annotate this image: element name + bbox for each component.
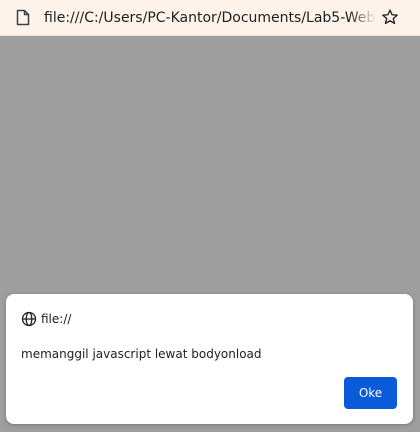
document-icon (16, 9, 30, 26)
address-bar: file:///C:/Users/PC-Kantor/Documents/Lab… (0, 0, 420, 36)
dialog-message: memanggil javascript lewat bodyonload (21, 347, 262, 361)
globe-icon (21, 311, 37, 327)
url-field[interactable]: file:///C:/Users/PC-Kantor/Documents/Lab… (44, 9, 376, 27)
ok-button[interactable]: Oke (344, 377, 397, 409)
dialog-origin: file:// (41, 312, 72, 326)
star-outline-icon[interactable] (381, 8, 399, 26)
alert-dialog: file:// memanggil javascript lewat bodyo… (6, 294, 413, 424)
